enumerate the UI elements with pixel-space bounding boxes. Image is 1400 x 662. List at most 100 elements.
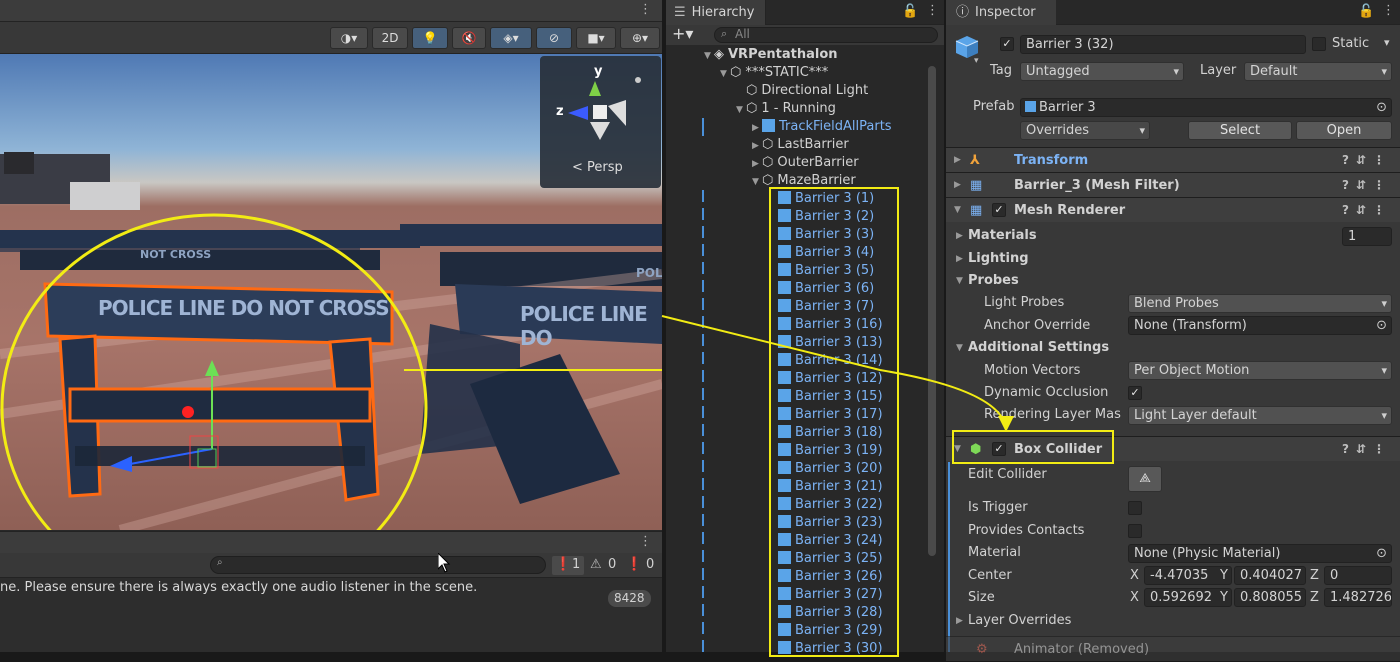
component-menu-icons[interactable]: ?⇵⋮ bbox=[1342, 173, 1392, 198]
rendering-layer-dropdown[interactable]: Light Layer default bbox=[1128, 406, 1392, 425]
object-name-field[interactable]: Barrier 3 (32) bbox=[1020, 35, 1306, 54]
hierarchy-item-trackfield[interactable]: ▶ TrackFieldAllParts bbox=[752, 118, 892, 136]
hierarchy-item-outerbarrier[interactable]: ▶ ⬡ OuterBarrier bbox=[752, 154, 859, 172]
motion-vectors-dropdown[interactable]: Per Object Motion bbox=[1128, 361, 1392, 380]
animator-header[interactable]: ⚙ Animator (Removed) bbox=[946, 636, 1400, 661]
size-z-field[interactable]: 1.482726 bbox=[1324, 588, 1392, 607]
anchor-override-field[interactable]: None (Transform) ⊙ bbox=[1128, 316, 1392, 335]
hierarchy-scrollbar[interactable] bbox=[928, 66, 936, 556]
camera-button[interactable]: ■▾ bbox=[576, 27, 616, 49]
tab-hierarchy[interactable]: ☰ Hierarchy bbox=[666, 0, 766, 25]
hierarchy-item-barrier[interactable]: Barrier 3 (26) bbox=[778, 568, 883, 586]
light-probes-dropdown[interactable]: Blend Probes bbox=[1128, 294, 1392, 313]
active-checkbox[interactable]: ✓ bbox=[1000, 37, 1014, 51]
console-messages[interactable]: ne. Please ensure there is always exactl… bbox=[0, 578, 662, 652]
hierarchy-item-barrier[interactable]: Barrier 3 (27) bbox=[778, 586, 883, 604]
size-y-field[interactable]: 0.808055 bbox=[1234, 588, 1306, 607]
persp-label[interactable]: < Persp bbox=[572, 160, 623, 175]
hierarchy-item-lastbarrier[interactable]: ▶ ⬡ LastBarrier bbox=[752, 136, 849, 154]
open-button[interactable]: Open bbox=[1296, 121, 1392, 140]
layer-overrides-foldout[interactable]: Layer Overrides bbox=[968, 613, 1071, 628]
lighting-toggle-button[interactable]: 💡 bbox=[412, 27, 448, 49]
hierarchy-item-barrier[interactable]: Barrier 3 (20) bbox=[778, 460, 883, 478]
hierarchy-item-barrier[interactable]: Barrier 3 (6) bbox=[778, 280, 874, 298]
inspector-more-icon[interactable]: ⋮ bbox=[1382, 3, 1395, 18]
hierarchy-item-barrier[interactable]: Barrier 3 (23) bbox=[778, 514, 883, 532]
dynamic-occlusion-checkbox[interactable]: ✓ bbox=[1128, 386, 1142, 400]
audio-toggle-button[interactable]: 🔇 bbox=[452, 27, 486, 49]
hierarchy-item-barrier[interactable]: Barrier 3 (1) bbox=[778, 190, 874, 208]
tab-inspector[interactable]: ⓘ Inspector bbox=[946, 0, 1056, 25]
console-more-icon[interactable]: ⋮ bbox=[639, 534, 652, 549]
transform-header[interactable]: ▶ ⅄ Transform ?⇵⋮ bbox=[946, 147, 1400, 172]
effects-toggle-button[interactable]: ◈▾ bbox=[490, 27, 532, 49]
hierarchy-item-barrier[interactable]: Barrier 3 (22) bbox=[778, 496, 883, 514]
scene-root-item[interactable]: ▼ ◈ VRPentathalon bbox=[704, 46, 838, 64]
hierarchy-more-icon[interactable]: ⋮ bbox=[926, 3, 939, 18]
hierarchy-item-barrier[interactable]: Barrier 3 (30) bbox=[778, 640, 883, 658]
hierarchy-item-barrier[interactable]: Barrier 3 (14) bbox=[778, 352, 883, 370]
hierarchy-item-barrier[interactable]: Barrier 3 (19) bbox=[778, 442, 883, 460]
size-x-field[interactable]: 0.592692 bbox=[1144, 588, 1232, 607]
component-menu-icons[interactable]: ?⇵⋮ bbox=[1342, 148, 1392, 173]
error-count-toggle[interactable]: ❗ 1 bbox=[552, 556, 584, 575]
center-x-field[interactable]: -4.47035 bbox=[1144, 566, 1232, 585]
probes-foldout[interactable]: Probes bbox=[968, 273, 1019, 288]
console-message[interactable]: ne. Please ensure there is always exactl… bbox=[0, 580, 477, 595]
hierarchy-item-barrier[interactable]: Barrier 3 (25) bbox=[778, 550, 883, 568]
hierarchy-item-barrier[interactable]: Barrier 3 (2) bbox=[778, 208, 874, 226]
is-trigger-checkbox[interactable] bbox=[1128, 501, 1142, 515]
lock-icon[interactable]: 🔓 bbox=[902, 4, 918, 19]
static-checkbox[interactable] bbox=[1312, 37, 1326, 51]
edit-collider-button[interactable]: ⟁ bbox=[1128, 466, 1162, 492]
hierarchy-item-barrier[interactable]: Barrier 3 (28) bbox=[778, 604, 883, 622]
static-dropdown-icon[interactable]: ▾ bbox=[1384, 36, 1390, 49]
select-button[interactable]: Select bbox=[1188, 121, 1292, 140]
materials-foldout[interactable]: Materials bbox=[968, 228, 1037, 243]
layer-dropdown[interactable]: Default bbox=[1244, 62, 1392, 81]
hierarchy-item-barrier[interactable]: Barrier 3 (13) bbox=[778, 334, 883, 352]
center-y-field[interactable]: 0.404027 bbox=[1234, 566, 1306, 585]
console-search-input[interactable]: ⌕ bbox=[210, 556, 546, 574]
hierarchy-item-barrier[interactable]: Barrier 3 (7) bbox=[778, 298, 874, 316]
shading-mode-button[interactable]: ◑▾ bbox=[330, 27, 368, 49]
warning-count-toggle[interactable]: ⚠ 0 bbox=[588, 556, 620, 575]
hierarchy-item-barrier[interactable]: Barrier 3 (16) bbox=[778, 316, 883, 334]
component-menu-icons[interactable]: ?⇵⋮ bbox=[1342, 198, 1392, 223]
hierarchy-item-barrier[interactable]: Barrier 3 (17) bbox=[778, 406, 883, 424]
additional-settings-foldout[interactable]: Additional Settings bbox=[968, 340, 1109, 355]
hierarchy-item-directional-light[interactable]: ⬡ Directional Light bbox=[746, 82, 868, 100]
lock-icon[interactable]: 🔓 bbox=[1358, 4, 1374, 19]
hierarchy-item-barrier[interactable]: Barrier 3 (3) bbox=[778, 226, 874, 244]
hierarchy-item-barrier[interactable]: Barrier 3 (4) bbox=[778, 244, 874, 262]
orientation-gizmo[interactable]: y z < Persp bbox=[540, 56, 661, 188]
hierarchy-item-barrier[interactable]: Barrier 3 (21) bbox=[778, 478, 883, 496]
overrides-dropdown[interactable]: Overrides bbox=[1020, 121, 1150, 140]
2d-toggle-button[interactable]: 2D bbox=[372, 27, 408, 49]
icon-dropdown-icon[interactable]: ▾ bbox=[974, 56, 979, 66]
hierarchy-item-running[interactable]: ▼ ⬡ 1 - Running bbox=[736, 100, 836, 118]
provides-contacts-checkbox[interactable] bbox=[1128, 524, 1142, 538]
hierarchy-item-barrier[interactable]: Barrier 3 (18) bbox=[778, 424, 883, 442]
mesh-renderer-header[interactable]: ▼ ▦ ✓ Mesh Renderer ?⇵⋮ bbox=[946, 197, 1400, 222]
hierarchy-item-barrier[interactable]: Barrier 3 (5) bbox=[778, 262, 874, 280]
lighting-foldout[interactable]: Lighting bbox=[968, 251, 1029, 266]
more-options-icon[interactable]: ⋮ bbox=[639, 2, 652, 17]
hierarchy-item-barrier[interactable]: Barrier 3 (12) bbox=[778, 370, 883, 388]
component-menu-icons[interactable]: ?⇵⋮ bbox=[1342, 437, 1392, 462]
add-icon[interactable]: +▾ bbox=[672, 24, 693, 43]
center-z-field[interactable]: 0 bbox=[1324, 566, 1392, 585]
prefab-field[interactable]: Barrier 3 ⊙ bbox=[1020, 98, 1392, 117]
hierarchy-search-input[interactable]: ⌕ All bbox=[714, 27, 938, 43]
object-picker-icon[interactable]: ⊙ bbox=[1376, 317, 1387, 334]
mesh-renderer-checkbox[interactable]: ✓ bbox=[992, 203, 1006, 217]
object-picker-icon[interactable]: ⊙ bbox=[1376, 545, 1387, 562]
mesh-filter-header[interactable]: ▶ ▦ Barrier_3 (Mesh Filter) ?⇵⋮ bbox=[946, 172, 1400, 197]
scene-visibility-button[interactable]: ⊘ bbox=[536, 27, 572, 49]
log-count-toggle[interactable]: ❗ 0 bbox=[624, 556, 660, 575]
hierarchy-item-barrier[interactable]: Barrier 3 (15) bbox=[778, 388, 883, 406]
hierarchy-item-barrier[interactable]: Barrier 3 (29) bbox=[778, 622, 883, 640]
static-group-item[interactable]: ▼ ⬡ ***STATIC*** bbox=[720, 64, 828, 82]
object-picker-icon[interactable]: ⊙ bbox=[1376, 99, 1387, 116]
materials-count-field[interactable]: 1 bbox=[1342, 227, 1392, 246]
